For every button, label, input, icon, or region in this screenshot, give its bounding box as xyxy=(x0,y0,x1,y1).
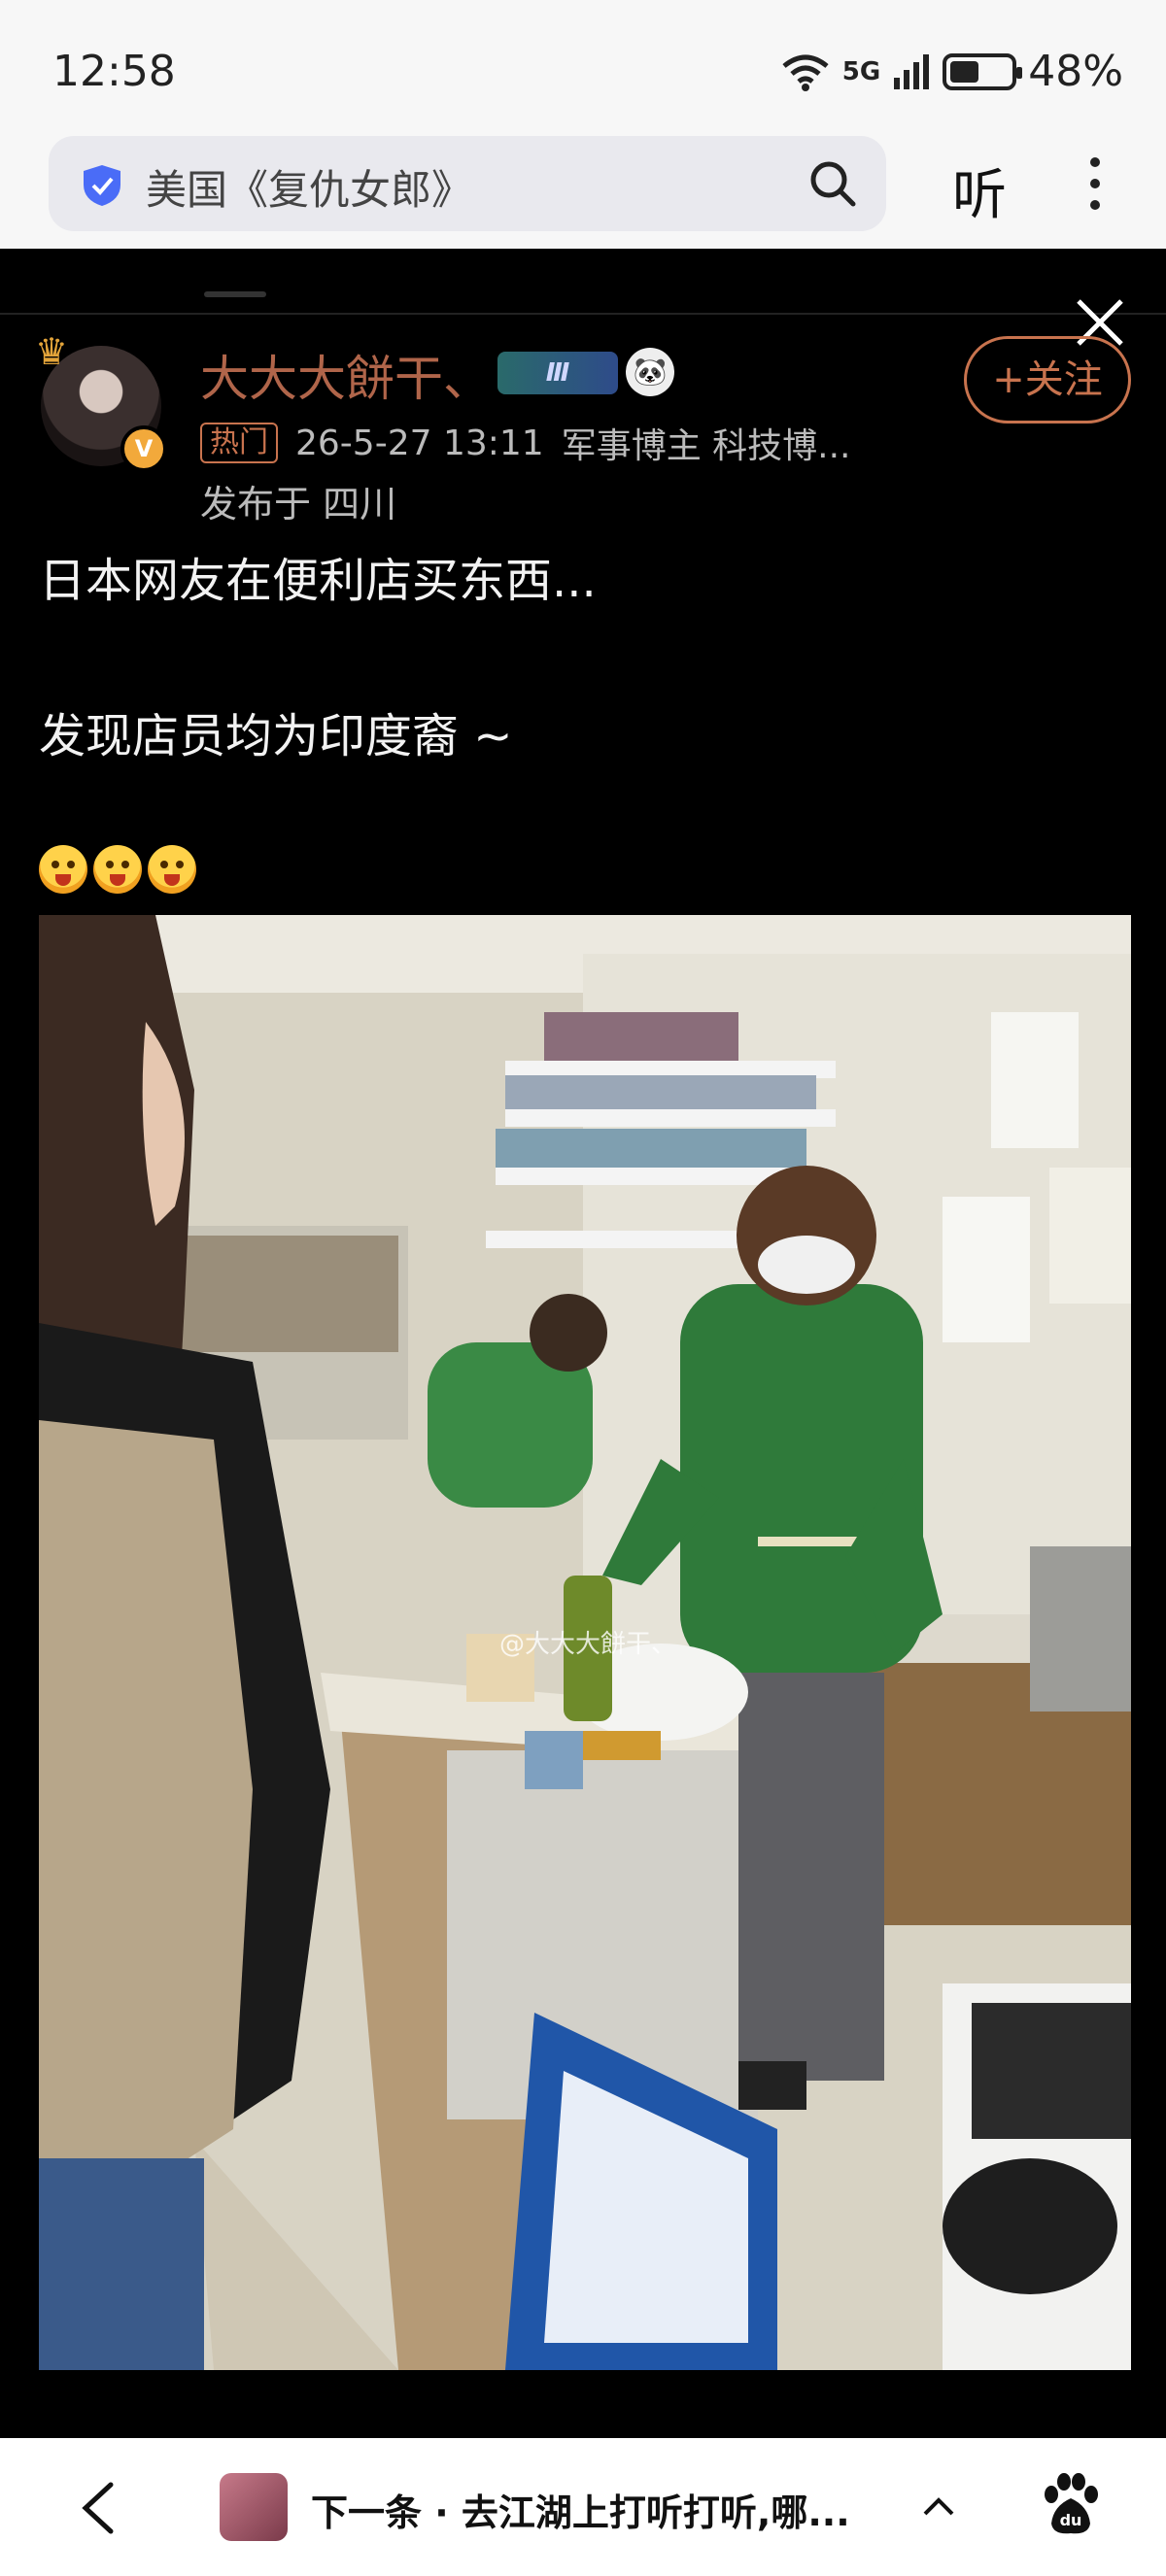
status-time: 12:58 xyxy=(52,47,176,96)
browser-toolbar: 美国《复仇女郎》 听 xyxy=(0,117,1166,249)
wifi-icon xyxy=(782,54,829,91)
drag-handle xyxy=(204,291,266,297)
author-tags: 军事博主 科技博... xyxy=(561,426,851,466)
post-location: 发布于 四川 xyxy=(200,483,397,525)
bottom-bar: 下一条 · 去江湖上打听打听,哪... du xyxy=(0,2438,1166,2576)
search-box[interactable]: 美国《复仇女郎》 xyxy=(49,136,886,231)
emoji-icon xyxy=(148,845,196,894)
svg-text:du: du xyxy=(1060,2511,1082,2529)
follow-button[interactable]: +关注 xyxy=(964,336,1131,424)
next-post-label[interactable]: 下一条 · 去江湖上打听打听,哪... xyxy=(311,2483,850,2536)
level-badge: Ⅲ xyxy=(497,352,618,394)
post-image[interactable]: @大大大餅干、 xyxy=(39,915,1131,2370)
verified-badge: V xyxy=(120,425,167,472)
post-meta: 热门 26-5-27 13:11 军事博主 科技博... xyxy=(200,418,850,468)
emoji-icon xyxy=(39,845,87,894)
status-bar: 12:58 5G 48% xyxy=(0,0,1166,136)
post-datetime: 26-5-27 13:11 xyxy=(295,423,544,463)
battery-fill xyxy=(950,60,978,83)
more-menu-icon[interactable] xyxy=(1090,157,1104,216)
chevron-up-icon[interactable] xyxy=(921,2489,956,2518)
back-icon[interactable] xyxy=(74,2479,122,2537)
search-icon[interactable] xyxy=(808,159,857,208)
battery-percent: 48% xyxy=(1028,47,1123,96)
author-name[interactable]: 大大大餅干、 xyxy=(200,340,492,410)
emoji-icon xyxy=(93,845,142,894)
crown-icon: ♛ xyxy=(35,330,69,373)
hot-tag: 热门 xyxy=(200,423,278,463)
panda-icon: 🐼 xyxy=(626,348,674,396)
post-text-line2: 发现店员均为印度裔 ~ xyxy=(39,709,513,763)
baidu-paw-icon[interactable]: du xyxy=(1040,2473,1102,2537)
listen-button[interactable]: 听 xyxy=(952,152,1007,230)
network-type: 5G xyxy=(841,56,881,86)
search-query[interactable]: 美国《复仇女郎》 xyxy=(146,157,472,217)
shield-icon xyxy=(84,165,120,206)
next-thumbnail[interactable] xyxy=(220,2473,288,2541)
author-avatar[interactable]: ♛ V xyxy=(35,330,171,472)
status-icons: 5G 48% xyxy=(780,47,1123,96)
emoji-row xyxy=(39,845,196,894)
post-text-line1: 日本网友在便利店买东西... xyxy=(39,554,597,608)
divider xyxy=(0,313,1166,315)
signal-icon xyxy=(894,53,930,89)
image-watermark: @大大大餅干、 xyxy=(499,1630,677,1659)
battery-icon xyxy=(943,52,1023,90)
